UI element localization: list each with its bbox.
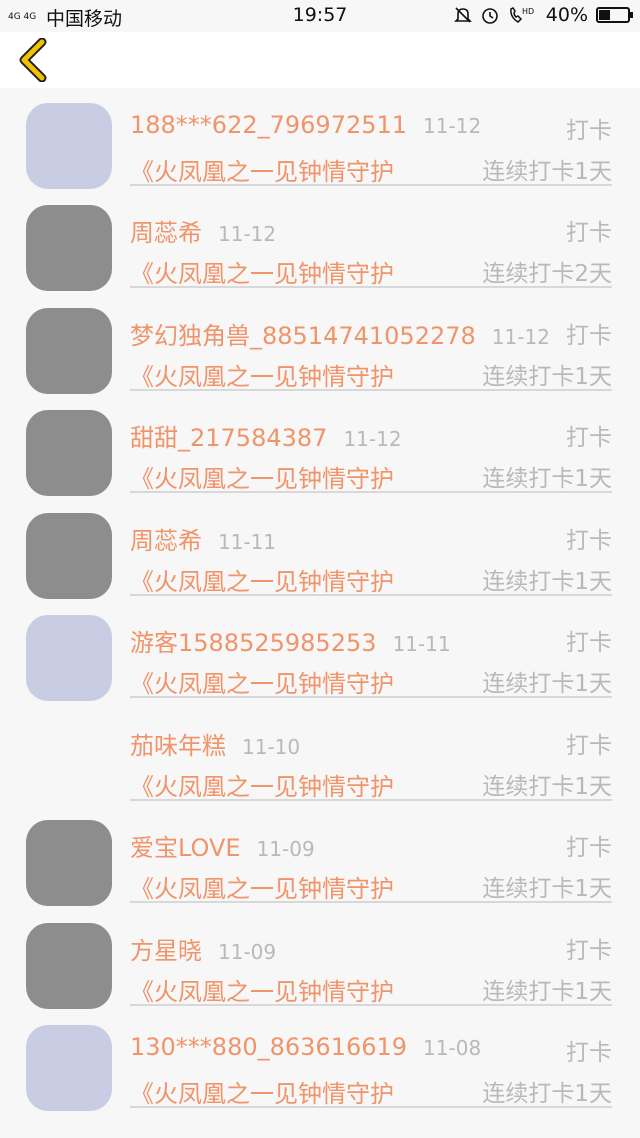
alarm-icon xyxy=(481,8,498,24)
avatar[interactable] xyxy=(26,102,112,189)
checkin-label: 打卡 xyxy=(566,630,612,656)
list-item[interactable]: 甜甜_217584387 11-12 打卡 《火凤凰之一见钟情守护 连续打卡1天 xyxy=(0,390,640,496)
book-title[interactable]: 《火凤凰之一见钟情守护 xyxy=(130,869,394,904)
top-bar xyxy=(0,32,640,88)
user-line: 方星晓 11-09 xyxy=(130,931,276,966)
avatar[interactable] xyxy=(26,410,112,496)
user-name[interactable]: 188***622_796972511 xyxy=(130,111,407,139)
user-name[interactable]: 周蕊希 xyxy=(130,527,202,555)
checkin-label: 打卡 xyxy=(566,425,612,451)
streak-label: 连续打卡1天 xyxy=(482,773,612,800)
user-line: 周蕊希 11-11 xyxy=(130,521,276,556)
avatar[interactable] xyxy=(26,205,112,291)
status-bar: 4G 4G 中国移动 19:57 HD 40% xyxy=(0,0,640,32)
user-name[interactable]: 方星晓 xyxy=(130,937,202,965)
checkin-date: 11-12 xyxy=(218,222,277,246)
silent-icon xyxy=(453,7,472,23)
battery-percent: 40% xyxy=(545,4,588,26)
list-item[interactable]: 方星晓 11-09 打卡 《火凤凰之一见钟情守护 连续打卡1天 xyxy=(0,903,640,1009)
user-name[interactable]: 梦幻独角兽_88514741052278 xyxy=(130,322,476,350)
book-title[interactable]: 《火凤凰之一见钟情守护 xyxy=(130,152,394,187)
avatar[interactable] xyxy=(26,718,112,804)
book-title[interactable]: 《火凤凰之一见钟情守护 xyxy=(130,562,394,597)
streak-label: 连续打卡1天 xyxy=(482,671,612,697)
book-title[interactable]: 《火凤凰之一见钟情守护 xyxy=(130,664,394,699)
checkin-date: 11-10 xyxy=(242,734,301,759)
user-name[interactable]: 爱宝LOVE xyxy=(130,834,241,862)
avatar[interactable] xyxy=(26,922,112,1009)
streak-label: 连续打卡1天 xyxy=(482,568,612,595)
user-name[interactable]: 游客1588525985253 xyxy=(130,629,377,657)
book-title[interactable]: 《火凤凰之一见钟情守护 xyxy=(130,254,394,289)
book-title[interactable]: 《火凤凰之一见钟情守护 xyxy=(130,459,394,494)
user-line: 爱宝LOVE 11-09 xyxy=(130,828,315,863)
checkin-date: 11-11 xyxy=(392,632,451,656)
checkin-date: 11-12 xyxy=(423,113,482,138)
list-item[interactable]: 130***880_863616619 11-08 打卡 《火凤凰之一见钟情守护 … xyxy=(0,1005,640,1111)
user-name[interactable]: 周蕊希 xyxy=(130,219,202,247)
streak-label: 连续打卡1天 xyxy=(482,1081,612,1107)
list-item[interactable]: 游客1588525985253 11-11 打卡 《火凤凰之一见钟情守护 连续打卡… xyxy=(0,595,640,701)
streak-label: 连续打卡1天 xyxy=(482,363,612,390)
hd-label: HD xyxy=(522,7,534,16)
book-title[interactable]: 《火凤凰之一见钟情守护 xyxy=(130,1074,394,1109)
checkin-label: 打卡 xyxy=(566,220,612,246)
avatar[interactable] xyxy=(26,1025,112,1111)
streak-label: 连续打卡2天 xyxy=(482,261,612,287)
checkin-label: 打卡 xyxy=(566,322,612,349)
streak-label: 连续打卡1天 xyxy=(482,978,612,1005)
checkin-date: 11-09 xyxy=(218,939,277,964)
checkin-date: 11-12 xyxy=(343,427,402,451)
avatar[interactable] xyxy=(26,820,112,906)
list-item[interactable]: 茄味年糕 11-10 打卡 《火凤凰之一见钟情守护 连续打卡1天 xyxy=(0,698,640,801)
user-line: 周蕊希 11-12 xyxy=(130,213,276,248)
checkin-label: 打卡 xyxy=(566,835,612,861)
checkin-label: 打卡 xyxy=(566,937,612,964)
checkin-date: 11-09 xyxy=(256,837,315,861)
status-right: HD 40% xyxy=(453,4,633,26)
checkin-date: 11-11 xyxy=(218,529,277,554)
user-line: 游客1588525985253 11-11 xyxy=(130,623,451,658)
avatar[interactable] xyxy=(26,307,112,394)
hd-call-icon: HD xyxy=(509,7,534,23)
user-name[interactable]: 130***880_863616619 xyxy=(130,1033,407,1061)
list-item[interactable]: 爱宝LOVE 11-09 打卡 《火凤凰之一见钟情守护 连续打卡1天 xyxy=(0,800,640,906)
list-item[interactable]: 188***622_796972511 11-12 打卡 《火凤凰之一见钟情守护 … xyxy=(0,83,640,189)
avatar[interactable] xyxy=(26,512,112,599)
checkin-label: 打卡 xyxy=(566,117,612,144)
user-line: 茄味年糕 11-10 xyxy=(130,726,300,761)
checkin-label: 打卡 xyxy=(566,1040,612,1066)
user-line: 甜甜_217584387 11-12 xyxy=(130,418,402,453)
checkin-label: 打卡 xyxy=(566,732,612,759)
battery-icon xyxy=(596,7,633,23)
streak-label: 连续打卡1天 xyxy=(482,466,612,492)
user-name[interactable]: 甜甜_217584387 xyxy=(130,424,327,452)
list-item[interactable]: 周蕊希 11-12 打卡 《火凤凰之一见钟情守护 连续打卡2天 xyxy=(0,185,640,291)
user-line: 188***622_796972511 11-12 xyxy=(130,111,481,139)
chevron-left-icon[interactable] xyxy=(14,38,54,82)
checkin-date: 11-12 xyxy=(491,324,550,349)
book-title[interactable]: 《火凤凰之一见钟情守护 xyxy=(130,767,394,802)
book-title[interactable]: 《火凤凰之一见钟情守护 xyxy=(130,357,394,392)
checkin-label: 打卡 xyxy=(566,527,612,554)
list-item[interactable]: 梦幻独角兽_88514741052278 11-12 打卡 《火凤凰之一见钟情守护… xyxy=(0,288,640,394)
streak-label: 连续打卡1天 xyxy=(482,158,612,185)
checkin-date: 11-08 xyxy=(423,1036,482,1060)
book-title[interactable]: 《火凤凰之一见钟情守护 xyxy=(130,972,394,1007)
avatar[interactable] xyxy=(26,615,112,701)
streak-label: 连续打卡1天 xyxy=(482,876,612,902)
divider xyxy=(130,1106,612,1108)
user-line: 梦幻独角兽_88514741052278 11-12 xyxy=(130,316,550,351)
user-line: 130***880_863616619 11-08 xyxy=(130,1033,481,1061)
list-item[interactable]: 周蕊希 11-11 打卡 《火凤凰之一见钟情守护 连续打卡1天 xyxy=(0,493,640,599)
user-name[interactable]: 茄味年糕 xyxy=(130,732,226,760)
